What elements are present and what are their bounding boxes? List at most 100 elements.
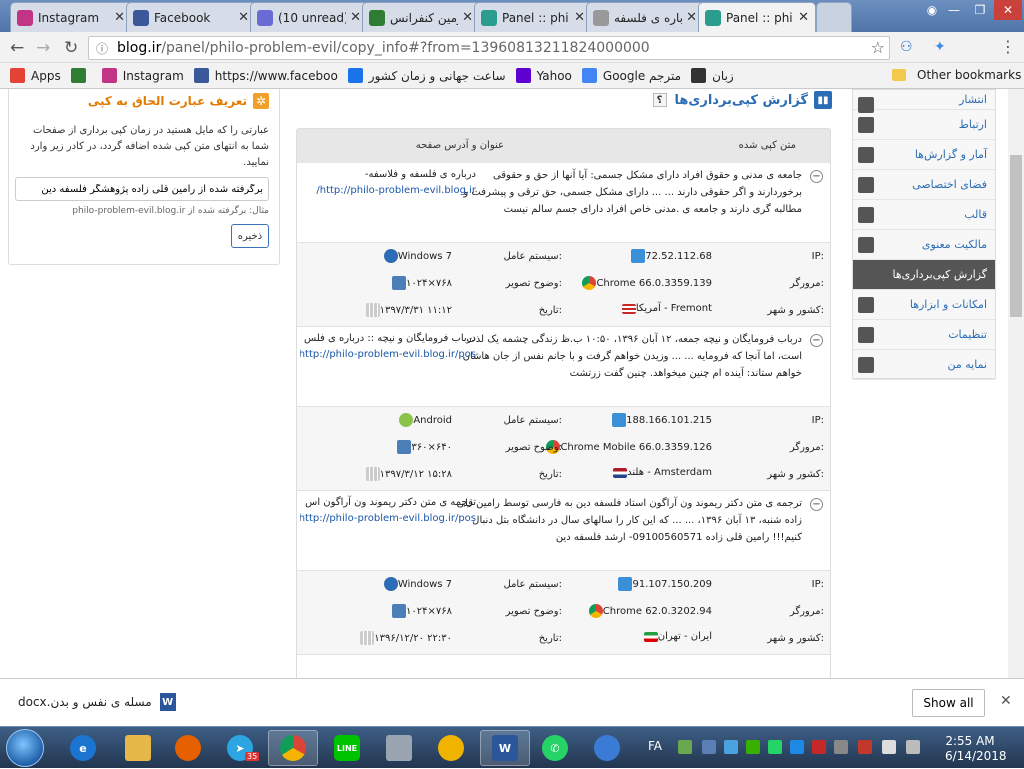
record-text-row: − جامعه ی مدنی و حقوق افراد دارای مشکل جس… [297, 163, 830, 243]
sidebar-item[interactable]: ارتباط [853, 110, 995, 140]
new-tab-button[interactable] [816, 2, 852, 32]
bookmark-item[interactable]: Apps [10, 68, 61, 83]
network-taskbar-button[interactable] [582, 730, 632, 766]
scroll-thumb[interactable] [1010, 155, 1022, 317]
dropbox-tray-icon[interactable] [724, 740, 738, 754]
close-tab-icon[interactable]: ✕ [686, 10, 697, 25]
close-tab-icon[interactable]: ✕ [350, 10, 361, 25]
start-button[interactable] [6, 729, 44, 767]
forward-icon[interactable]: → [36, 38, 50, 58]
collapse-icon[interactable]: − [810, 334, 823, 347]
ie-taskbar-button[interactable]: e [58, 730, 108, 766]
language-indicator[interactable]: FA [648, 739, 662, 753]
sidebar-item[interactable]: قالب [853, 200, 995, 230]
volume-icon[interactable] [906, 740, 920, 754]
star-icon[interactable]: ☆ [871, 38, 885, 57]
append-text-input[interactable] [15, 177, 269, 201]
chrome-taskbar-button[interactable] [268, 730, 318, 766]
sidebar-item[interactable]: گزارش کپی‌برداری‌ها [853, 260, 995, 290]
media-icon [438, 735, 464, 761]
save-button[interactable]: ذخیره [231, 224, 269, 248]
bookmark-item[interactable]: زبان [691, 68, 734, 83]
tab-conference[interactable]: دومین کنفرانس ✕ [362, 2, 480, 32]
extension-icon[interactable]: ⚇ [900, 39, 913, 55]
tab-instagram[interactable]: Instagram ✕ [10, 2, 132, 32]
whatsapp-taskbar-button[interactable]: ✆ [530, 730, 580, 766]
flag-tray-icon[interactable] [882, 740, 896, 754]
close-download-bar-icon[interactable]: ✕ [1000, 693, 1012, 709]
other-bookmarks[interactable]: Other bookmarks [892, 68, 1021, 82]
page-scrollbar[interactable] [1008, 89, 1024, 678]
translate-icon [581, 68, 597, 83]
reload-icon[interactable]: ↻ [64, 38, 78, 58]
close-tab-icon[interactable]: ✕ [798, 10, 809, 25]
sidebar-item[interactable]: امکانات و ابزارها [853, 290, 995, 320]
tray-app-icon[interactable] [702, 740, 716, 754]
word-file-icon: W [159, 693, 176, 711]
network-warning-icon[interactable] [858, 740, 872, 754]
info-icon[interactable]: ⓘ [96, 40, 108, 57]
tab-facebook[interactable]: Facebook ✕ [126, 2, 256, 32]
windows-icon [383, 249, 398, 263]
whatsapp-tray-icon[interactable] [768, 740, 782, 754]
source-link[interactable]: http://philo-problem-evil.blog.ir/ [300, 183, 476, 199]
url-field[interactable]: ⓘ blog.ir/panel/philo-problem-evil/copy_… [88, 36, 890, 60]
download-item[interactable]: W مسله ی نفس و بدن.docx [18, 693, 176, 711]
clock[interactable]: 2:55 AM 6/14/2018 [945, 734, 1007, 764]
help-button[interactable]: ؟ [652, 93, 667, 107]
show-all-button[interactable]: Show all [912, 689, 985, 717]
tray-app-icon[interactable] [834, 740, 848, 754]
space-icon [858, 177, 874, 193]
bookmark-label: Google مترجم [602, 68, 682, 83]
tray-app-icon[interactable] [790, 740, 804, 754]
bookmarks-bar: Apps Instagram https://www.faceboo ساعت جها… [0, 63, 1024, 89]
sidebar-item[interactable]: مالکیت معنوی [853, 230, 995, 260]
settings-icon [858, 327, 874, 343]
close-tab-icon[interactable]: ✕ [114, 10, 125, 25]
line-taskbar-button[interactable]: LINE [322, 730, 372, 766]
firefox-taskbar-button[interactable] [163, 730, 213, 766]
bookmark-item[interactable] [70, 68, 92, 83]
language-site-icon [691, 68, 707, 83]
telegram-taskbar-button[interactable]: ➤ 35 [215, 730, 265, 766]
explorer-taskbar-button[interactable] [113, 730, 163, 766]
tray-app-icon[interactable] [678, 740, 692, 754]
line-tray-icon[interactable] [746, 740, 760, 754]
facebook-icon [133, 9, 149, 26]
word-taskbar-button[interactable]: W [480, 730, 530, 766]
close-tab-icon[interactable]: ✕ [462, 10, 473, 25]
dropbox-icon[interactable]: ✦ [934, 39, 946, 55]
sidebar-item[interactable]: فضای اختصاصی [853, 170, 995, 200]
close-tab-icon[interactable]: ✕ [574, 10, 585, 25]
apps-icon [10, 68, 25, 83]
bookmark-item[interactable]: https://www.faceboo [193, 68, 338, 83]
drive-taskbar-button[interactable] [374, 730, 424, 766]
source-link[interactable]: http://philo-problem-evil.blog.ir/pos [300, 347, 476, 363]
sidebar-item[interactable]: تنظیمات [853, 320, 995, 350]
sidebar-item[interactable]: آمار و گزارش‌ها [853, 140, 995, 170]
tab-page[interactable]: درباره ی فلسفه ✕ [586, 2, 704, 32]
facebook-icon [193, 68, 209, 83]
close-tab-icon[interactable]: ✕ [238, 10, 249, 25]
collapse-icon[interactable]: − [810, 170, 823, 183]
close-window-button[interactable]: ✕ [994, 0, 1022, 20]
tab-mail[interactable]: (10 unread) ✕ [250, 2, 368, 32]
menu-icon[interactable]: ⋮ [1000, 37, 1016, 56]
bookmark-item[interactable]: Google مترجم [581, 68, 682, 83]
collapse-icon[interactable]: − [810, 498, 823, 511]
sidebar-item[interactable]: انتشار [853, 90, 995, 113]
location-text: هلند - Amsterdam [627, 467, 712, 478]
bookmark-item[interactable]: Yahoo [515, 68, 572, 83]
tray-app-icon[interactable] [812, 740, 826, 754]
us-flag [621, 303, 636, 314]
sidebar-item[interactable]: نمایه من [853, 350, 995, 380]
bookmark-item[interactable]: ساعت جهانی و زمان کشور [347, 68, 506, 83]
tab-blog[interactable]: Panel :: phi ✕ [698, 2, 816, 32]
source-link[interactable]: http://philo-problem-evil.blog.ir/pos [300, 511, 476, 527]
minimize-button[interactable]: — [940, 0, 968, 20]
back-icon[interactable]: ← [10, 38, 24, 58]
media-taskbar-button[interactable] [426, 730, 476, 766]
maximize-button[interactable]: ❐ [966, 0, 994, 20]
tab-blog[interactable]: Panel :: phi ✕ [474, 2, 592, 32]
bookmark-item[interactable]: Instagram [101, 68, 184, 83]
